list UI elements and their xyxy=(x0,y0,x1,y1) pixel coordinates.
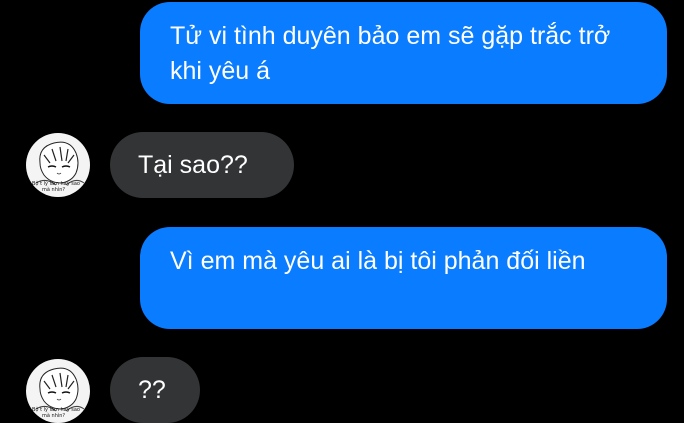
message-text: ?? xyxy=(138,376,166,404)
outgoing-message[interactable]: Tử vi tình duyên bảo em sẽ gặp trắc trở … xyxy=(140,2,667,104)
outgoing-message[interactable]: Vì em mà yêu ai là bị tôi phản đối liền xyxy=(140,227,667,329)
incoming-message[interactable]: Tại sao?? xyxy=(110,132,294,198)
avatar-caption: Bộ t lỳ làm hay sao mà nhìn? xyxy=(32,181,80,193)
contact-avatar[interactable]: Bộ t lỳ làm hay sao mà nhìn? xyxy=(26,359,90,423)
message-text: Tử vi tình duyên bảo em sẽ gặp trắc trở … xyxy=(170,22,611,85)
contact-avatar[interactable]: Bộ t lỳ làm hay sao mà nhìn? xyxy=(26,133,90,197)
message-text: Vì em mà yêu ai là bị tôi phản đối liền xyxy=(170,247,586,275)
avatar-caption: Bộ t lỳ làm hay sao mà nhìn? xyxy=(32,407,80,419)
chat-thread: Tử vi tình duyên bảo em sẽ gặp trắc trở … xyxy=(0,0,684,423)
incoming-message[interactable]: ?? xyxy=(110,357,200,423)
message-text: Tại sao?? xyxy=(138,151,248,179)
